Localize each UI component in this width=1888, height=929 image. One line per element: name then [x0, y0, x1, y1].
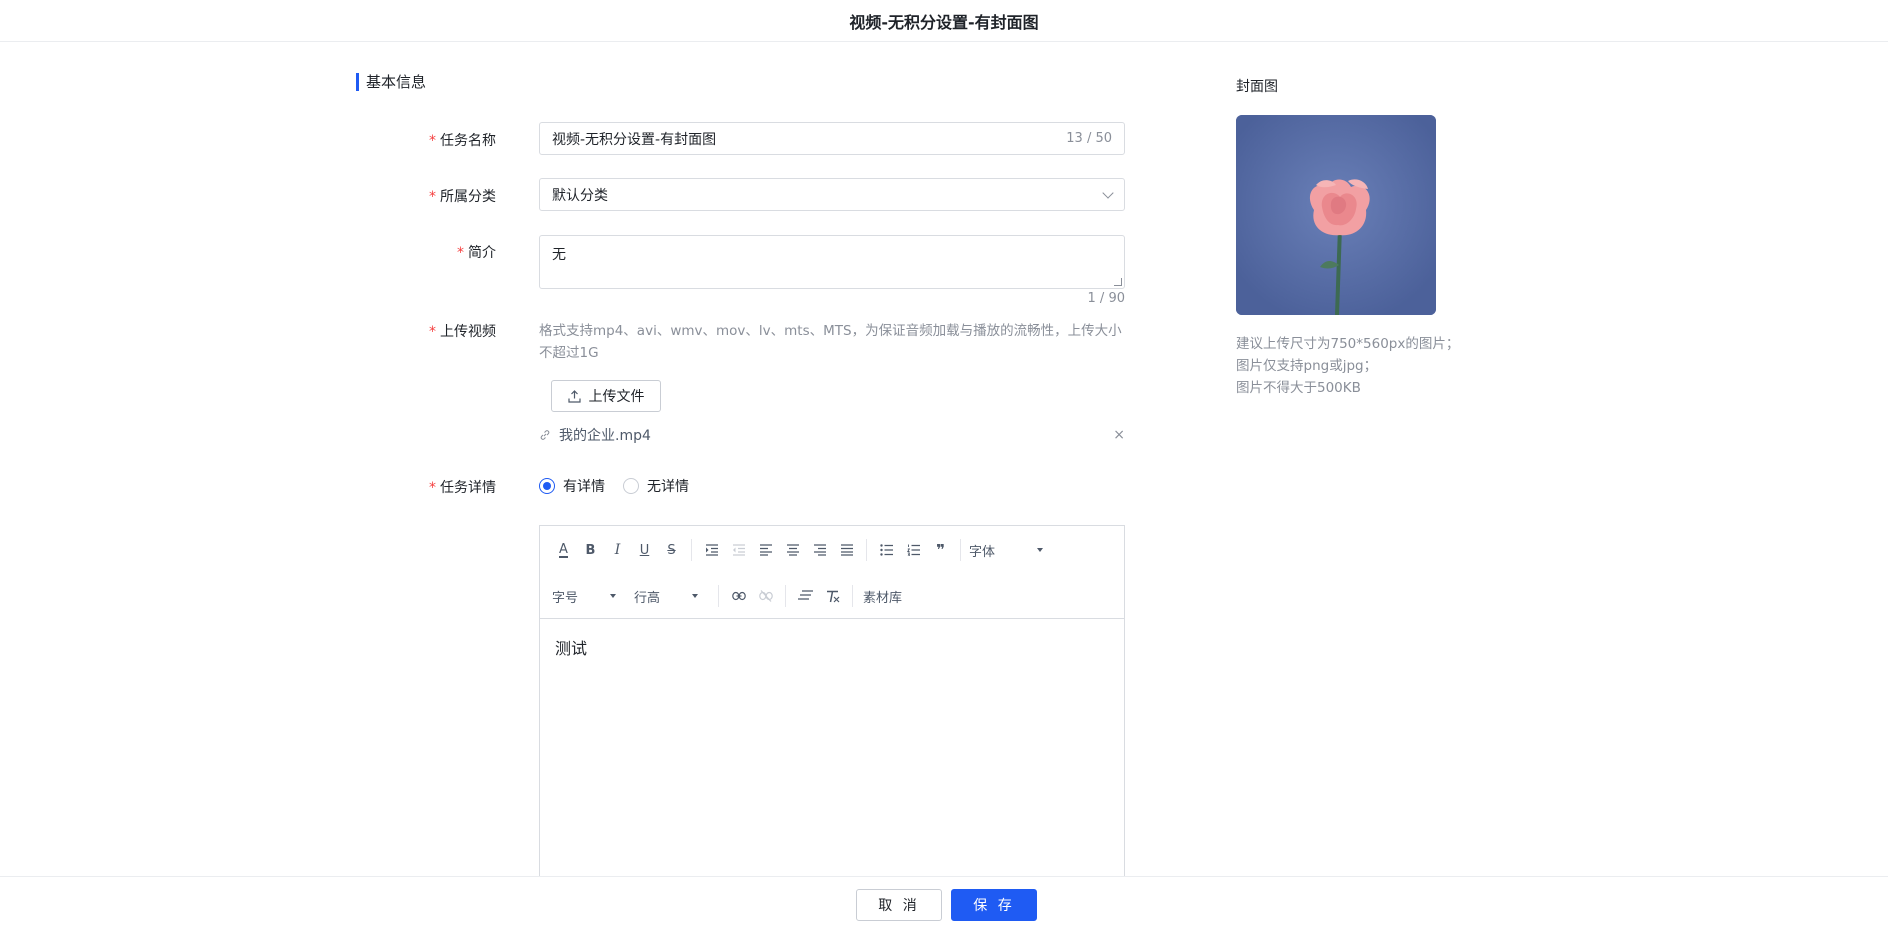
- toolbar-divider: [960, 539, 961, 561]
- footer-bar: 取 消 保 存: [0, 876, 1888, 929]
- font-size-dropdown[interactable]: 字号: [550, 587, 618, 606]
- rich-text-editor: A B I U S ❞ 字体 字号 行高 素材库 测试: [539, 525, 1125, 885]
- upload-video-label: * 上传视频: [429, 324, 496, 340]
- radio-no-detail-label: 无详情: [647, 479, 689, 495]
- cover-image-label: 封面图: [1236, 79, 1278, 95]
- indent-icon[interactable]: [698, 538, 725, 562]
- radio-has-detail-label: 有详情: [563, 479, 605, 495]
- required-mark: *: [429, 324, 436, 340]
- align-center-icon[interactable]: [779, 538, 806, 562]
- quote-icon[interactable]: ❞: [927, 538, 954, 562]
- align-left-icon[interactable]: [752, 538, 779, 562]
- page-title: 视频-无积分设置-有封面图: [849, 12, 1039, 32]
- font-family-dropdown[interactable]: 字体: [967, 541, 1045, 560]
- upload-file-button-label: 上传文件: [588, 389, 645, 405]
- intro-value: 无: [552, 247, 566, 263]
- toolbar-row-2: 字号 行高 素材库: [550, 584, 906, 608]
- format-paragraph-icon[interactable]: [792, 584, 819, 608]
- caret-down-icon: [610, 594, 616, 598]
- align-right-icon[interactable]: [806, 538, 833, 562]
- line-height-dropdown[interactable]: 行高: [632, 587, 700, 606]
- save-button[interactable]: 保 存: [951, 889, 1037, 921]
- category-value: 默认分类: [552, 187, 608, 204]
- clear-format-icon[interactable]: [819, 584, 846, 608]
- cover-tip-format: 图片仅支持png或jpg；: [1236, 358, 1378, 374]
- link-insert-icon[interactable]: [725, 584, 752, 608]
- unlink-icon[interactable]: [752, 584, 779, 608]
- underline-icon[interactable]: U: [631, 538, 658, 562]
- task-name-value: 视频-无积分设置-有封面图: [552, 131, 717, 148]
- toolbar-divider: [866, 539, 867, 561]
- radio-dot-unselected[interactable]: [623, 478, 639, 494]
- radio-has-detail[interactable]: 有详情: [539, 476, 605, 496]
- cover-image-tips: 建议上传尺寸为750*560px的图片； 图片仅支持png或jpg； 图片不得大…: [1236, 333, 1459, 399]
- cover-tip-filesize: 图片不得大于500KB: [1236, 380, 1361, 396]
- outdent-icon[interactable]: [725, 538, 752, 562]
- category-label: * 所属分类: [429, 189, 496, 205]
- task-name-char-count: 13 / 50: [1066, 131, 1112, 146]
- toolbar-divider: [691, 539, 692, 561]
- remove-file-close-icon[interactable]: ×: [1113, 427, 1125, 443]
- caret-down-icon: [1037, 548, 1043, 552]
- upload-hint: 格式支持mp4、avi、wmv、mov、lv、mts、MTS，为保证音频加载与播…: [539, 323, 1122, 361]
- radio-no-detail[interactable]: 无详情: [623, 476, 689, 496]
- bold-icon[interactable]: B: [577, 538, 604, 562]
- editor-content[interactable]: 测试: [540, 619, 1124, 675]
- task-detail-label: * 任务详情: [429, 480, 496, 496]
- required-mark: *: [429, 189, 436, 205]
- editor-toolbar: A B I U S ❞ 字体 字号 行高 素材库: [540, 526, 1124, 619]
- required-mark: *: [429, 480, 436, 496]
- task-name-label: * 任务名称: [429, 133, 496, 149]
- strikethrough-icon[interactable]: S: [658, 538, 685, 562]
- radio-dot-selected[interactable]: [539, 478, 555, 494]
- required-mark: *: [429, 133, 436, 149]
- cover-tip-size: 建议上传尺寸为750*560px的图片；: [1236, 336, 1460, 352]
- material-library-button[interactable]: 素材库: [859, 587, 906, 606]
- section-title-basic-info: 基本信息: [356, 73, 426, 91]
- numbered-list-icon[interactable]: [900, 538, 927, 562]
- task-detail-radio-group: 有详情 无详情: [539, 476, 689, 496]
- toolbar-row-1: A B I U S ❞ 字体: [550, 538, 1045, 562]
- category-select[interactable]: 默认分类: [539, 178, 1125, 211]
- cancel-button[interactable]: 取 消: [856, 889, 942, 921]
- upload-file-button[interactable]: 上传文件: [551, 380, 661, 412]
- toolbar-divider: [785, 585, 786, 607]
- page-header: 视频-无积分设置-有封面图: [0, 0, 1888, 42]
- intro-label: * 简介: [457, 245, 496, 261]
- rose-image: [1236, 115, 1436, 315]
- align-justify-icon[interactable]: [833, 538, 860, 562]
- intro-textarea[interactable]: 无: [539, 235, 1125, 289]
- upload-icon: [567, 389, 581, 403]
- required-mark: *: [457, 245, 464, 261]
- uploaded-file-name[interactable]: 我的企业.mp4: [559, 425, 1113, 445]
- toolbar-divider: [718, 585, 719, 607]
- toolbar-divider: [852, 585, 853, 607]
- chevron-down-icon: [1102, 186, 1114, 199]
- italic-icon[interactable]: I: [604, 538, 631, 562]
- link-icon: [540, 430, 550, 440]
- caret-down-icon: [692, 594, 698, 598]
- intro-char-count: 1 / 90: [1087, 291, 1125, 306]
- uploaded-file-item: 我的企业.mp4 ×: [539, 425, 1125, 445]
- text-color-icon[interactable]: A: [550, 538, 577, 562]
- bullet-list-icon[interactable]: [873, 538, 900, 562]
- cover-image[interactable]: [1236, 115, 1436, 315]
- task-name-input[interactable]: 视频-无积分设置-有封面图 13 / 50: [539, 122, 1125, 155]
- resize-handle-icon[interactable]: [1114, 278, 1122, 286]
